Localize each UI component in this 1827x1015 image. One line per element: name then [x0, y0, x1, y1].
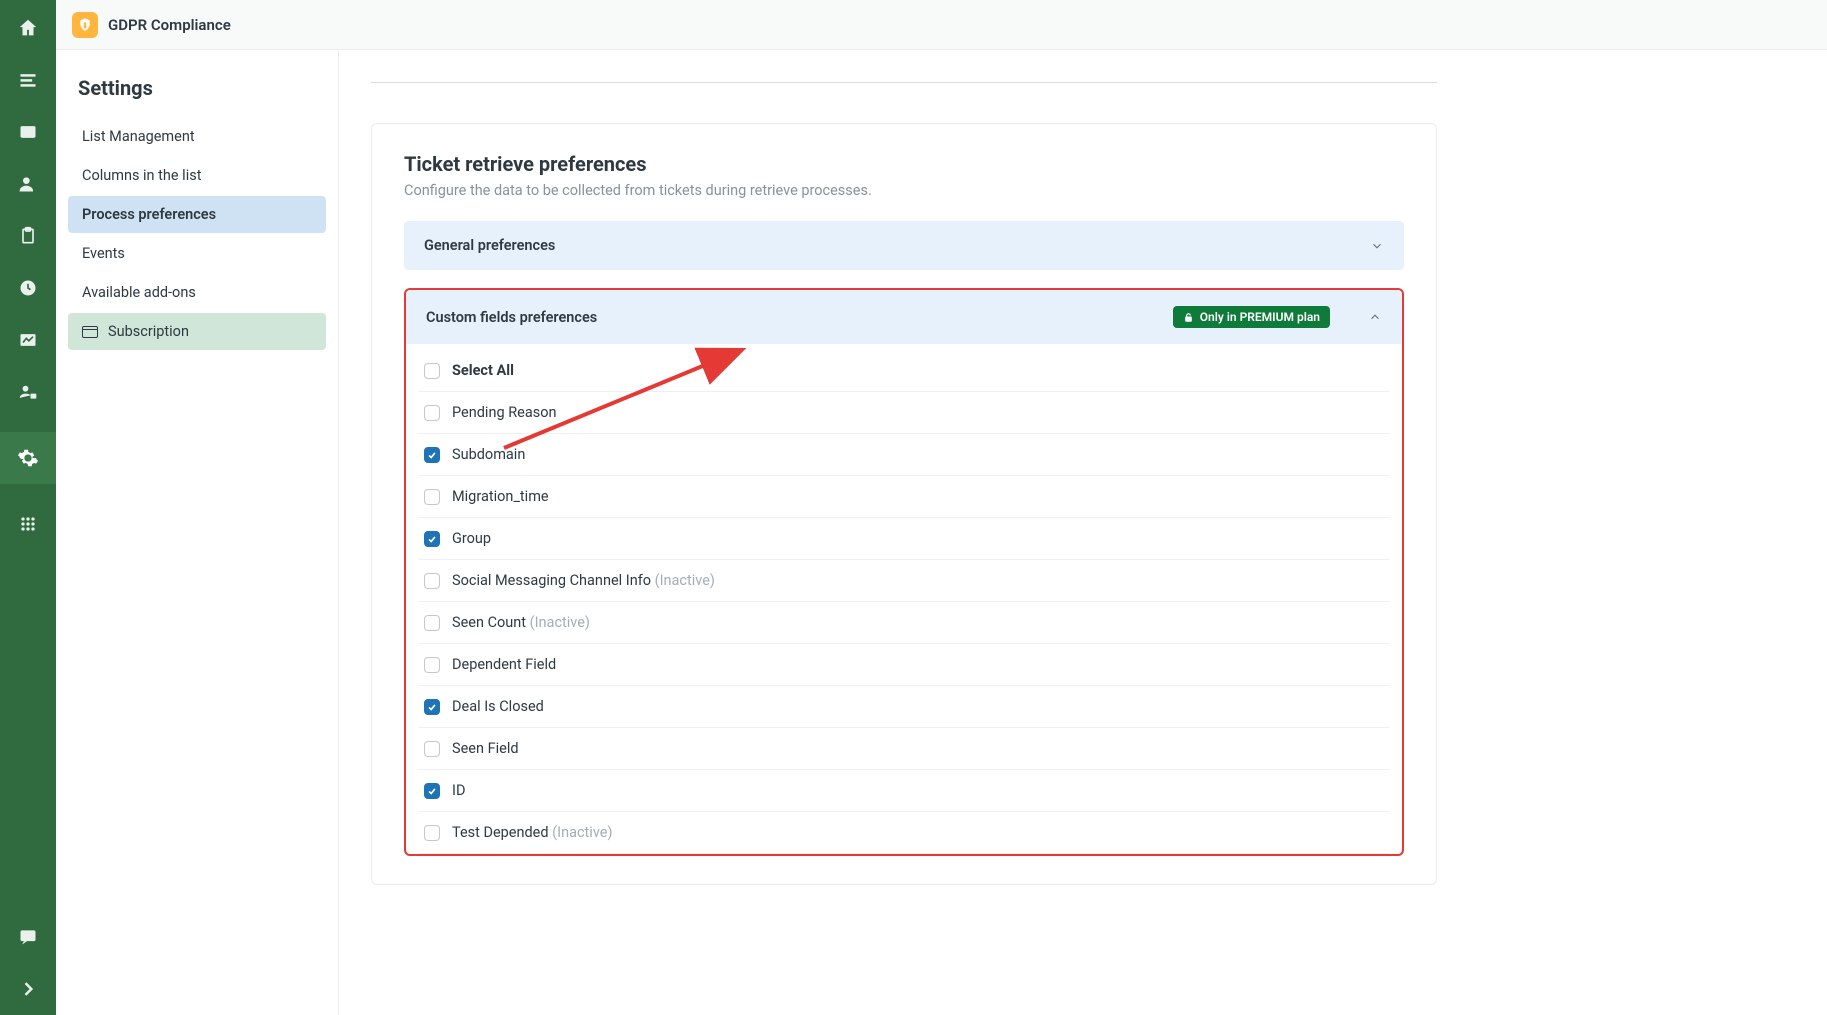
content-area: Ticket retrieve preferences Configure th… [339, 50, 1827, 1015]
home-icon[interactable] [16, 16, 40, 40]
expand-icon[interactable] [16, 977, 40, 1001]
checkbox[interactable] [424, 573, 440, 589]
premium-badge: Only in PREMIUM plan [1173, 306, 1330, 328]
field-row[interactable]: Seen Count (Inactive) [418, 602, 1390, 644]
field-label: Seen Count (Inactive) [452, 614, 590, 631]
field-label: Migration_time [452, 488, 549, 505]
field-label: Subdomain [452, 446, 525, 463]
field-label: Social Messaging Channel Info (Inactive) [452, 572, 715, 589]
checkbox[interactable] [424, 783, 440, 799]
custom-fields-accordion[interactable]: Custom fields preferences Only in PREMIU… [406, 290, 1402, 344]
icon-rail [0, 0, 56, 1015]
preferences-panel: Ticket retrieve preferences Configure th… [371, 123, 1437, 885]
select-all-label: Select All [452, 362, 514, 379]
checkbox[interactable] [424, 741, 440, 757]
field-row[interactable]: ID [418, 770, 1390, 812]
checkbox[interactable] [424, 405, 440, 421]
field-row[interactable]: Group [418, 518, 1390, 560]
custom-fields-section: Custom fields preferences Only in PREMIU… [404, 288, 1404, 856]
field-label: Dependent Field [452, 656, 556, 673]
sidebar-item-label: List Management [82, 128, 195, 145]
field-row[interactable]: Subdomain [418, 434, 1390, 476]
accordion-right: Only in PREMIUM plan [1173, 306, 1382, 328]
accordion-label: Custom fields preferences [426, 309, 597, 326]
sidebar-item-list-management[interactable]: List Management [68, 118, 326, 155]
user-lock-icon[interactable] [16, 380, 40, 404]
sidebar-item-label: Available add-ons [82, 284, 196, 301]
sidebar-item-label: Subscription [108, 323, 189, 340]
app-title: GDPR Compliance [108, 16, 231, 34]
premium-badge-text: Only in PREMIUM plan [1200, 310, 1320, 324]
checkbox[interactable] [424, 447, 440, 463]
sidebar-item-label: Columns in the list [82, 167, 201, 184]
sidebar-item-events[interactable]: Events [68, 235, 326, 272]
field-label: Seen Field [452, 740, 519, 757]
inactive-tag: (Inactive) [552, 824, 612, 841]
field-label: Group [452, 530, 491, 547]
clock-icon[interactable] [16, 276, 40, 300]
field-row[interactable]: Dependent Field [418, 644, 1390, 686]
field-label: Test Depended (Inactive) [452, 824, 613, 841]
user-icon[interactable] [16, 172, 40, 196]
field-row[interactable]: Social Messaging Channel Info (Inactive) [418, 560, 1390, 602]
ticket-icon[interactable] [16, 120, 40, 144]
field-label: ID [452, 782, 465, 799]
checkbox[interactable] [424, 615, 440, 631]
checkbox[interactable] [424, 657, 440, 673]
app-root: GDPR Compliance Settings List Management… [0, 0, 1827, 1015]
divider [371, 82, 1437, 83]
field-label: Deal Is Closed [452, 698, 544, 715]
checkbox[interactable] [424, 531, 440, 547]
field-row[interactable]: Deal Is Closed [418, 686, 1390, 728]
inactive-tag: (Inactive) [655, 572, 715, 589]
field-row[interactable]: Migration_time [418, 476, 1390, 518]
body-split: Settings List Management Columns in the l… [56, 50, 1827, 1015]
sidebar-item-label: Events [82, 245, 125, 262]
field-label: Pending Reason [452, 404, 556, 421]
checkbox[interactable] [424, 363, 440, 379]
field-row[interactable]: Seen Field [418, 728, 1390, 770]
general-preferences-accordion[interactable]: General preferences [404, 221, 1404, 270]
sidebar-item-process-preferences[interactable]: Process preferences [68, 196, 326, 233]
card-icon [82, 326, 98, 338]
field-row[interactable]: Pending Reason [418, 392, 1390, 434]
field-row[interactable]: Test Depended (Inactive) [418, 812, 1390, 854]
select-all-row[interactable]: Select All [418, 350, 1390, 392]
panel-title: Ticket retrieve preferences [404, 152, 1404, 176]
sidebar-item-subscription[interactable]: Subscription [68, 313, 326, 350]
accordion-label: General preferences [424, 237, 555, 254]
sidebar-item-columns-in-the-list[interactable]: Columns in the list [68, 157, 326, 194]
chat-icon[interactable] [16, 925, 40, 949]
clipboard-icon[interactable] [16, 224, 40, 248]
settings-heading: Settings [68, 70, 326, 118]
checkbox[interactable] [424, 825, 440, 841]
checkbox[interactable] [424, 489, 440, 505]
main-wrap: GDPR Compliance Settings List Management… [56, 0, 1827, 1015]
inactive-tag: (Inactive) [530, 614, 590, 631]
top-bar: GDPR Compliance [56, 0, 1827, 50]
settings-icon[interactable] [0, 432, 56, 484]
lock-icon [1183, 312, 1194, 323]
app-logo-icon [72, 12, 98, 38]
checkbox[interactable] [424, 699, 440, 715]
apps-icon[interactable] [16, 512, 40, 536]
sidebar-item-available-add-ons[interactable]: Available add-ons [68, 274, 326, 311]
chevron-up-icon [1368, 310, 1382, 324]
chevron-down-icon [1370, 239, 1384, 253]
settings-sidebar: Settings List Management Columns in the l… [56, 50, 339, 1015]
sidebar-item-label: Process preferences [82, 206, 216, 223]
list-icon[interactable] [16, 68, 40, 92]
field-list: Select All Pending Reason Subdomain Migr… [406, 344, 1402, 854]
chart-icon[interactable] [16, 328, 40, 352]
panel-subtitle: Configure the data to be collected from … [404, 182, 1404, 199]
